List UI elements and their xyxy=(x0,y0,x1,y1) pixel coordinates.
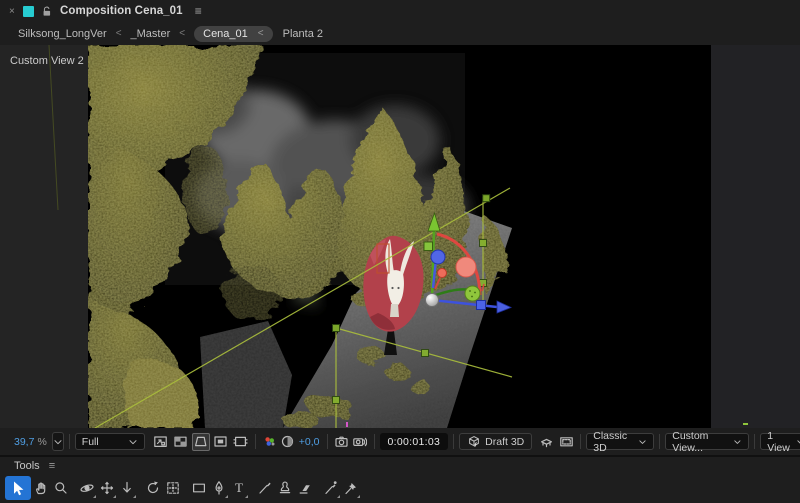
gizmo-y-handle[interactable] xyxy=(423,241,433,251)
show-channel-icon[interactable] xyxy=(261,433,279,451)
panel-title[interactable]: Composition Cena_01 xyxy=(60,5,183,17)
chevron-down-icon xyxy=(639,439,646,444)
view-label: Custom View 2 xyxy=(10,55,84,67)
view-layout-dropdown[interactable]: 1 View xyxy=(760,430,800,454)
tool-pan-camera[interactable] xyxy=(97,476,117,500)
tools-panel-title: Tools xyxy=(14,459,40,472)
breadcrumb-item-planta[interactable]: Planta 2 xyxy=(283,28,323,40)
breadcrumb-item-root[interactable]: Silksong_LongVer xyxy=(18,28,107,40)
pasteboard-right xyxy=(711,45,800,428)
tool-selection[interactable] xyxy=(5,475,31,500)
show-snapshot-icon[interactable] xyxy=(351,433,369,451)
draft-3d-button[interactable]: Draft 3D xyxy=(459,433,533,450)
tool-rectangle[interactable] xyxy=(189,476,209,500)
breadcrumb-separator: < xyxy=(115,28,122,39)
grid-and-guide-options-icon[interactable] xyxy=(152,433,170,451)
pasteboard-left xyxy=(0,45,88,428)
panel-color-swatch xyxy=(23,5,34,17)
view-layout-value: 1 View xyxy=(767,429,790,454)
tool-zoom[interactable] xyxy=(51,476,71,500)
viewer-toolbar: 39,7 % Full +0,0 0:00:01:03 Draft 3D Cla… xyxy=(0,428,800,455)
after-effects-window: × Composition Cena_01 ≡ Silksong_LongVer… xyxy=(0,0,800,503)
tool-eraser[interactable] xyxy=(295,476,315,500)
chevron-down-icon xyxy=(734,439,741,444)
composition-scene[interactable] xyxy=(0,45,800,428)
tool-puppet-pin[interactable] xyxy=(341,476,361,500)
chevron-down-icon xyxy=(797,439,800,444)
zoom-unit: % xyxy=(37,435,47,448)
magnification-dropdown[interactable]: Full xyxy=(74,433,145,450)
magnification-value: Full xyxy=(81,435,99,448)
region-of-interest-icon[interactable] xyxy=(212,433,230,451)
pixel-aspect-correction-icon[interactable] xyxy=(232,433,250,451)
tool-rotation[interactable] xyxy=(143,476,163,500)
resolution-icon[interactable] xyxy=(279,433,297,451)
view-dropdown[interactable]: Custom View... xyxy=(665,430,750,454)
breadcrumb-separator: < xyxy=(179,28,186,39)
composition-viewport[interactable]: Custom View 2 xyxy=(0,45,800,429)
gizmo-small-red-handle[interactable] xyxy=(437,268,447,278)
tool-pan-behind-anchor[interactable] xyxy=(163,476,183,500)
draft-3d-cube-icon xyxy=(469,435,480,447)
exposure-value[interactable]: +0,0 xyxy=(299,436,320,448)
draft-3d-label: Draft 3D xyxy=(485,435,525,448)
gizmo-anchor[interactable] xyxy=(425,293,439,307)
transparency-grid-icon[interactable] xyxy=(172,433,190,451)
ground-plane-icon[interactable] xyxy=(537,433,555,451)
tool-hand[interactable] xyxy=(31,476,51,500)
tool-pen[interactable] xyxy=(209,476,229,500)
mask-and-shape-visibility-icon[interactable] xyxy=(191,432,210,451)
tool-type[interactable]: T xyxy=(229,476,249,500)
tools-row: T xyxy=(0,474,800,501)
breadcrumb-item-master[interactable]: _Master xyxy=(131,28,171,40)
zoom-dropdown-button[interactable] xyxy=(51,432,64,451)
gizmo-blue-handle[interactable] xyxy=(430,249,446,265)
green-tick xyxy=(743,423,748,425)
tools-panel: Tools ≡ T xyxy=(0,455,800,503)
renderer-dropdown[interactable]: Classic 3D xyxy=(586,430,655,454)
panel-menu-icon[interactable]: ≡ xyxy=(195,4,202,18)
extended-viewer-icon[interactable] xyxy=(557,433,575,451)
snapshot-icon[interactable] xyxy=(333,433,351,451)
gizmo-x-handle[interactable] xyxy=(476,300,486,310)
tool-roto-brush[interactable] xyxy=(321,476,341,500)
breadcrumb-separator: < xyxy=(257,28,264,39)
close-panel-icon[interactable]: × xyxy=(9,6,21,17)
renderer-value: Classic 3D xyxy=(593,429,628,454)
chevron-down-icon xyxy=(129,439,137,444)
chevron-down-icon xyxy=(54,439,62,444)
tool-brush[interactable] xyxy=(255,476,275,500)
breadcrumb-item-active[interactable]: Cena_01 < xyxy=(194,25,273,42)
timecode-field[interactable]: 0:00:01:03 xyxy=(379,433,449,450)
tool-orbit-camera[interactable] xyxy=(77,476,97,500)
gizmo-rotate-x-handle[interactable] xyxy=(455,256,477,278)
type-tool-glyph: T xyxy=(235,480,243,495)
tool-dolly-camera[interactable] xyxy=(117,476,137,500)
breadcrumb-active-label: Cena_01 xyxy=(203,27,248,40)
magenta-tick xyxy=(346,422,348,427)
gizmo-green-handle[interactable] xyxy=(464,285,481,302)
view-name-value: Custom View... xyxy=(672,429,709,454)
tools-panel-menu-icon[interactable]: ≡ xyxy=(49,460,55,472)
composition-panel-tabbar: × Composition Cena_01 ≡ xyxy=(0,0,800,22)
unlock-icon[interactable] xyxy=(41,5,53,17)
zoom-percentage[interactable]: 39,7 xyxy=(14,436,34,448)
tool-clone-stamp[interactable] xyxy=(275,476,295,500)
breadcrumb: Silksong_LongVer < _Master < Cena_01 < P… xyxy=(0,22,800,45)
